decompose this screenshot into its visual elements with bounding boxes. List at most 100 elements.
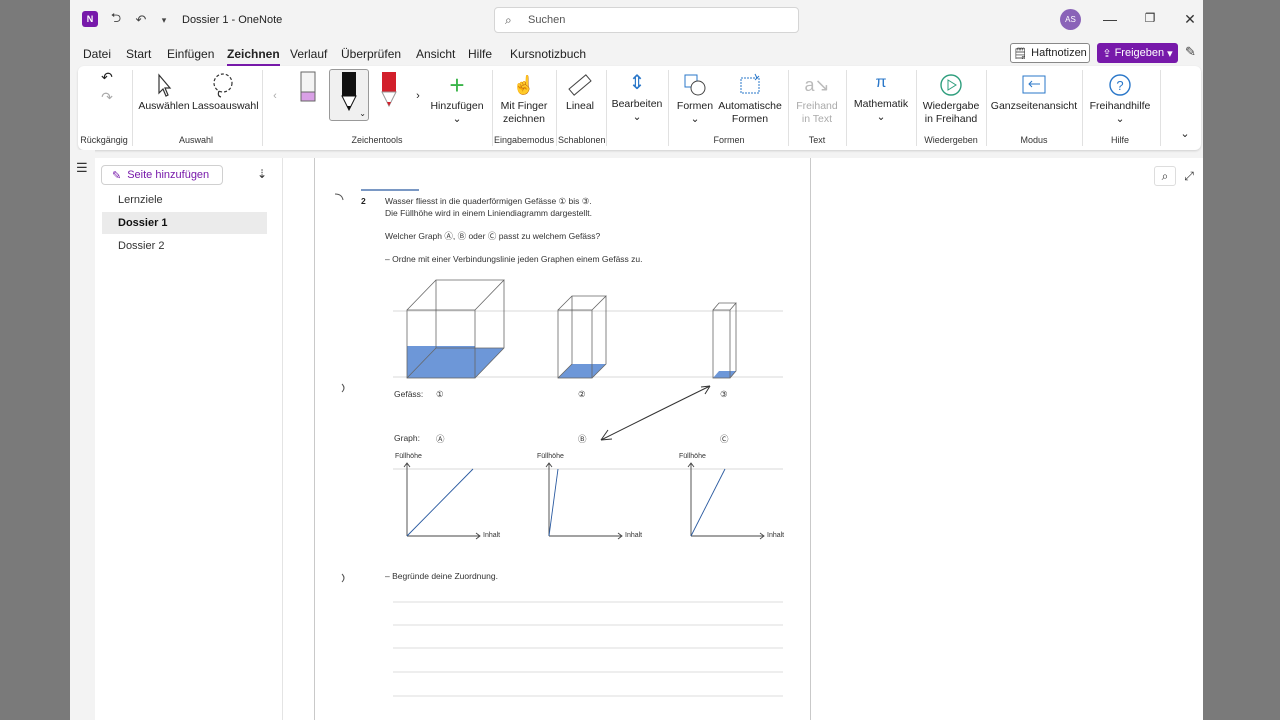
search-box[interactable]: ⌕ Suchen xyxy=(494,7,799,33)
black-pen-icon xyxy=(341,72,357,112)
sticky-notes-button[interactable]: 🗒 Haftnotizen xyxy=(1010,43,1090,63)
navigation-rail xyxy=(70,150,95,720)
select-button[interactable]: Auswählen xyxy=(136,72,192,113)
ruler-button[interactable]: Lineal xyxy=(560,72,600,113)
group-text: Text xyxy=(808,135,826,145)
edit-space-button[interactable]: ⇕ Bearbeiten ⌄ xyxy=(610,70,664,124)
ink-replay-label: Wiedergabe in Freihand xyxy=(922,100,980,125)
menu-hilfe[interactable]: Hilfe xyxy=(468,47,492,61)
math-button[interactable]: π Mathematik ⌄ xyxy=(850,70,912,124)
separator xyxy=(1082,70,1083,146)
undo-ribbon-icon[interactable]: ↶ xyxy=(97,70,117,84)
graph-label: Graph: xyxy=(394,433,420,443)
chevron-down-icon: ▾ xyxy=(1167,47,1173,60)
page-list: ✎ Seite hinzufügen ⇣ Lernziele Dossier 1 … xyxy=(95,158,282,720)
graph-a xyxy=(403,462,481,540)
insert-space-icon: ⇕ xyxy=(628,72,646,94)
connection-line xyxy=(600,385,711,441)
menu-zeichnen[interactable]: Zeichnen xyxy=(227,47,280,66)
help-question-icon: ? xyxy=(1109,74,1131,96)
math-pi-icon: π xyxy=(875,74,887,91)
red-pen-icon xyxy=(381,72,397,108)
page-item-dossier-2[interactable]: Dossier 2 xyxy=(102,235,267,257)
menu-ueberpruefen[interactable]: Überprüfen xyxy=(341,47,401,61)
finger-draw-button[interactable]: ☝ Mit Finger zeichnen xyxy=(496,72,552,126)
graph-c xyxy=(687,462,765,540)
avatar[interactable]: AS xyxy=(1060,9,1081,30)
scroll-left-icon[interactable]: ‹ xyxy=(270,90,280,103)
ink-to-text-button[interactable]: a↘ Freihand in Text xyxy=(792,72,842,126)
chevron-down-icon: ⌄ xyxy=(1115,113,1125,125)
page-item-dossier-1[interactable]: Dossier 1 xyxy=(102,212,267,234)
graph-letter-c: Ⓒ xyxy=(720,434,729,444)
group-help: Hilfe xyxy=(1110,135,1129,145)
quick-access-dropdown-icon[interactable]: ▾ xyxy=(155,11,173,29)
minimize-icon[interactable]: — xyxy=(1100,11,1120,27)
select-label: Auswählen xyxy=(138,100,190,112)
auto-shapes-button[interactable]: Automatische Formen xyxy=(718,72,782,126)
menu-datei[interactable]: Datei xyxy=(83,47,111,61)
vessel-3 xyxy=(712,302,737,379)
separator xyxy=(788,70,789,146)
red-pen[interactable] xyxy=(376,70,402,110)
lasso-button[interactable]: Lassoauswahl xyxy=(192,72,259,113)
x-axis-label-a: Inhalt xyxy=(483,532,501,539)
share-button[interactable]: ⇪ Freigeben ▾ xyxy=(1097,43,1178,63)
document-title: Dossier 1 - OneNote xyxy=(182,14,283,26)
sort-icon[interactable]: ⇣ xyxy=(257,167,267,181)
search-page-icon[interactable]: ⌕ xyxy=(1154,166,1176,186)
graph-b xyxy=(545,462,623,540)
pen-person-icon[interactable]: ✎ xyxy=(1185,44,1196,60)
full-page-view-button[interactable]: Ganzseitenansicht xyxy=(990,72,1078,113)
x-axis-label-c: Inhalt xyxy=(767,532,785,539)
ink-to-text-label: Freihand in Text xyxy=(796,100,838,125)
share-icon: ⇪ xyxy=(1102,47,1112,60)
close-icon[interactable]: ✕ xyxy=(1180,11,1200,28)
onenote-window: N ⮌ ↶ ▾ Dossier 1 - OneNote ⌕ Suchen AS … xyxy=(70,0,1203,720)
separator xyxy=(846,70,847,146)
group-shapes: Formen xyxy=(713,135,745,145)
instruction-justify: – Begründe deine Zuordnung. xyxy=(385,571,498,581)
menu-verlauf[interactable]: Verlauf xyxy=(290,47,327,61)
group-tools: Zeichentools xyxy=(351,135,403,145)
undo-icon[interactable]: ↶ xyxy=(132,11,150,29)
menu-kursnotizbuch[interactable]: Kursnotizbuch xyxy=(510,47,586,61)
auto-shapes-label: Automatische Formen xyxy=(718,100,782,125)
separator xyxy=(1160,70,1161,146)
expand-icon[interactable]: ⤢ xyxy=(1178,166,1200,186)
chevron-down-icon: ⌄ xyxy=(452,113,462,125)
menu-start[interactable]: Start xyxy=(126,47,151,61)
page-item-lernziele[interactable]: Lernziele xyxy=(102,189,267,211)
menu-ansicht[interactable]: Ansicht xyxy=(416,47,455,61)
shapes-icon xyxy=(684,74,706,96)
separator xyxy=(262,70,263,146)
add-pen-button[interactable]: + Hinzufügen ⌄ xyxy=(427,72,487,126)
ink-help-button[interactable]: ? Freihandhilfe ⌄ xyxy=(1086,72,1154,126)
vessel-1 xyxy=(406,279,505,379)
note-canvas[interactable]: ⌕ ⤢ 2 Wasser fliesst in die quaderförmig… xyxy=(283,158,1203,720)
shapes-button[interactable]: Formen ⌄ xyxy=(674,72,716,126)
ink-replay-button[interactable]: Wiedergabe in Freihand xyxy=(920,72,982,126)
highlighter-pen[interactable] xyxy=(294,70,322,110)
redo-ribbon-icon[interactable]: ↷ xyxy=(97,90,117,104)
worksheet-drawing xyxy=(334,189,783,697)
ink-to-text-icon: a↘ xyxy=(804,75,830,95)
black-pen[interactable]: ⌄ xyxy=(329,69,369,121)
add-page-button[interactable]: ✎ Seite hinzufügen xyxy=(101,165,223,185)
vessel-2 xyxy=(557,295,607,379)
separator xyxy=(556,70,557,146)
ribbon-collapse-chevron-icon[interactable]: ⌄ xyxy=(1178,128,1192,141)
menu-einfuegen[interactable]: Einfügen xyxy=(167,47,214,61)
search-icon: ⌕ xyxy=(505,13,512,27)
hamburger-menu-icon[interactable]: ☰ xyxy=(76,160,88,176)
lasso-icon xyxy=(213,73,233,98)
worksheet-page: 2 Wasser fliesst in die quaderförmigen G… xyxy=(314,158,811,720)
x-axis-label-b: Inhalt xyxy=(625,532,643,539)
ink-help-label: Freihandhilfe xyxy=(1089,100,1151,112)
math-label: Mathematik xyxy=(853,98,909,110)
auto-shapes-icon xyxy=(740,73,760,94)
graph-letter-b: Ⓑ xyxy=(578,434,587,444)
back-icon[interactable]: ⮌ xyxy=(107,10,125,29)
restore-icon[interactable]: ❐ xyxy=(1140,11,1160,25)
scroll-right-icon[interactable]: › xyxy=(413,90,423,103)
